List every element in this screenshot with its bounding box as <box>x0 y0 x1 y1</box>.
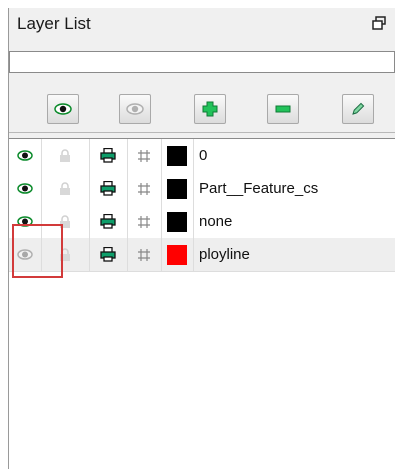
color-swatch <box>167 178 187 199</box>
print-toggle[interactable] <box>89 139 128 172</box>
printer-icon <box>100 148 116 163</box>
color-cell[interactable] <box>161 205 194 238</box>
printer-icon <box>100 214 116 229</box>
layer-row[interactable]: ployline <box>9 238 395 272</box>
color-swatch <box>167 211 187 232</box>
color-cell[interactable] <box>161 238 194 271</box>
edit-layer-button[interactable] <box>342 94 374 124</box>
layer-toolbar <box>9 78 395 133</box>
layer-search-input[interactable] <box>9 51 395 73</box>
lock-toggle[interactable] <box>41 139 90 172</box>
printer-icon <box>100 181 116 196</box>
print-toggle[interactable] <box>89 172 128 205</box>
layer-row[interactable]: Part__Feature_cs <box>9 172 395 206</box>
color-swatch <box>167 244 187 265</box>
lock-icon <box>60 148 70 162</box>
eye-icon <box>17 150 33 161</box>
lock-icon <box>60 181 70 195</box>
layer-name: none <box>199 213 233 230</box>
layer-row[interactable]: 0 <box>9 139 395 173</box>
hash-grid-icon <box>138 182 150 195</box>
show-all-button[interactable] <box>47 94 79 124</box>
linetype-cell[interactable] <box>127 139 162 172</box>
layer-list-panel: Layer List 0 Part__Feature_cs none ployl… <box>8 8 395 470</box>
layer-name: 0 <box>199 147 208 164</box>
panel-titlebar[interactable]: Layer List <box>9 8 395 38</box>
hash-grid-icon <box>138 149 150 162</box>
print-toggle[interactable] <box>89 205 128 238</box>
pencil-icon <box>352 102 365 115</box>
float-window-icon[interactable] <box>372 16 386 35</box>
plus-icon <box>202 101 218 117</box>
add-layer-button[interactable] <box>194 94 226 124</box>
print-toggle[interactable] <box>89 238 128 271</box>
layer-name: Part__Feature_cs <box>199 180 319 197</box>
hash-grid-icon <box>138 215 150 228</box>
linetype-cell[interactable] <box>127 205 162 238</box>
remove-layer-button[interactable] <box>267 94 299 124</box>
color-cell[interactable] <box>161 139 194 172</box>
eye-icon <box>126 103 144 115</box>
minus-icon <box>275 105 291 113</box>
hide-all-button[interactable] <box>119 94 151 124</box>
eye-icon <box>17 183 33 194</box>
layer-row[interactable]: none <box>9 205 395 239</box>
linetype-cell[interactable] <box>127 238 162 271</box>
layer-table: 0 Part__Feature_cs none ployline <box>9 138 395 470</box>
eye-icon <box>54 103 72 115</box>
color-swatch <box>167 145 187 166</box>
linetype-cell[interactable] <box>127 172 162 205</box>
visibility-toggle[interactable] <box>9 139 42 172</box>
hash-grid-icon <box>138 248 150 261</box>
panel-title: Layer List <box>17 14 91 33</box>
layer-name: ployline <box>199 246 250 263</box>
printer-icon <box>100 247 116 262</box>
lock-toggle[interactable] <box>41 172 90 205</box>
visibility-toggle[interactable] <box>9 172 42 205</box>
color-cell[interactable] <box>161 172 194 205</box>
highlight-box <box>12 224 63 278</box>
